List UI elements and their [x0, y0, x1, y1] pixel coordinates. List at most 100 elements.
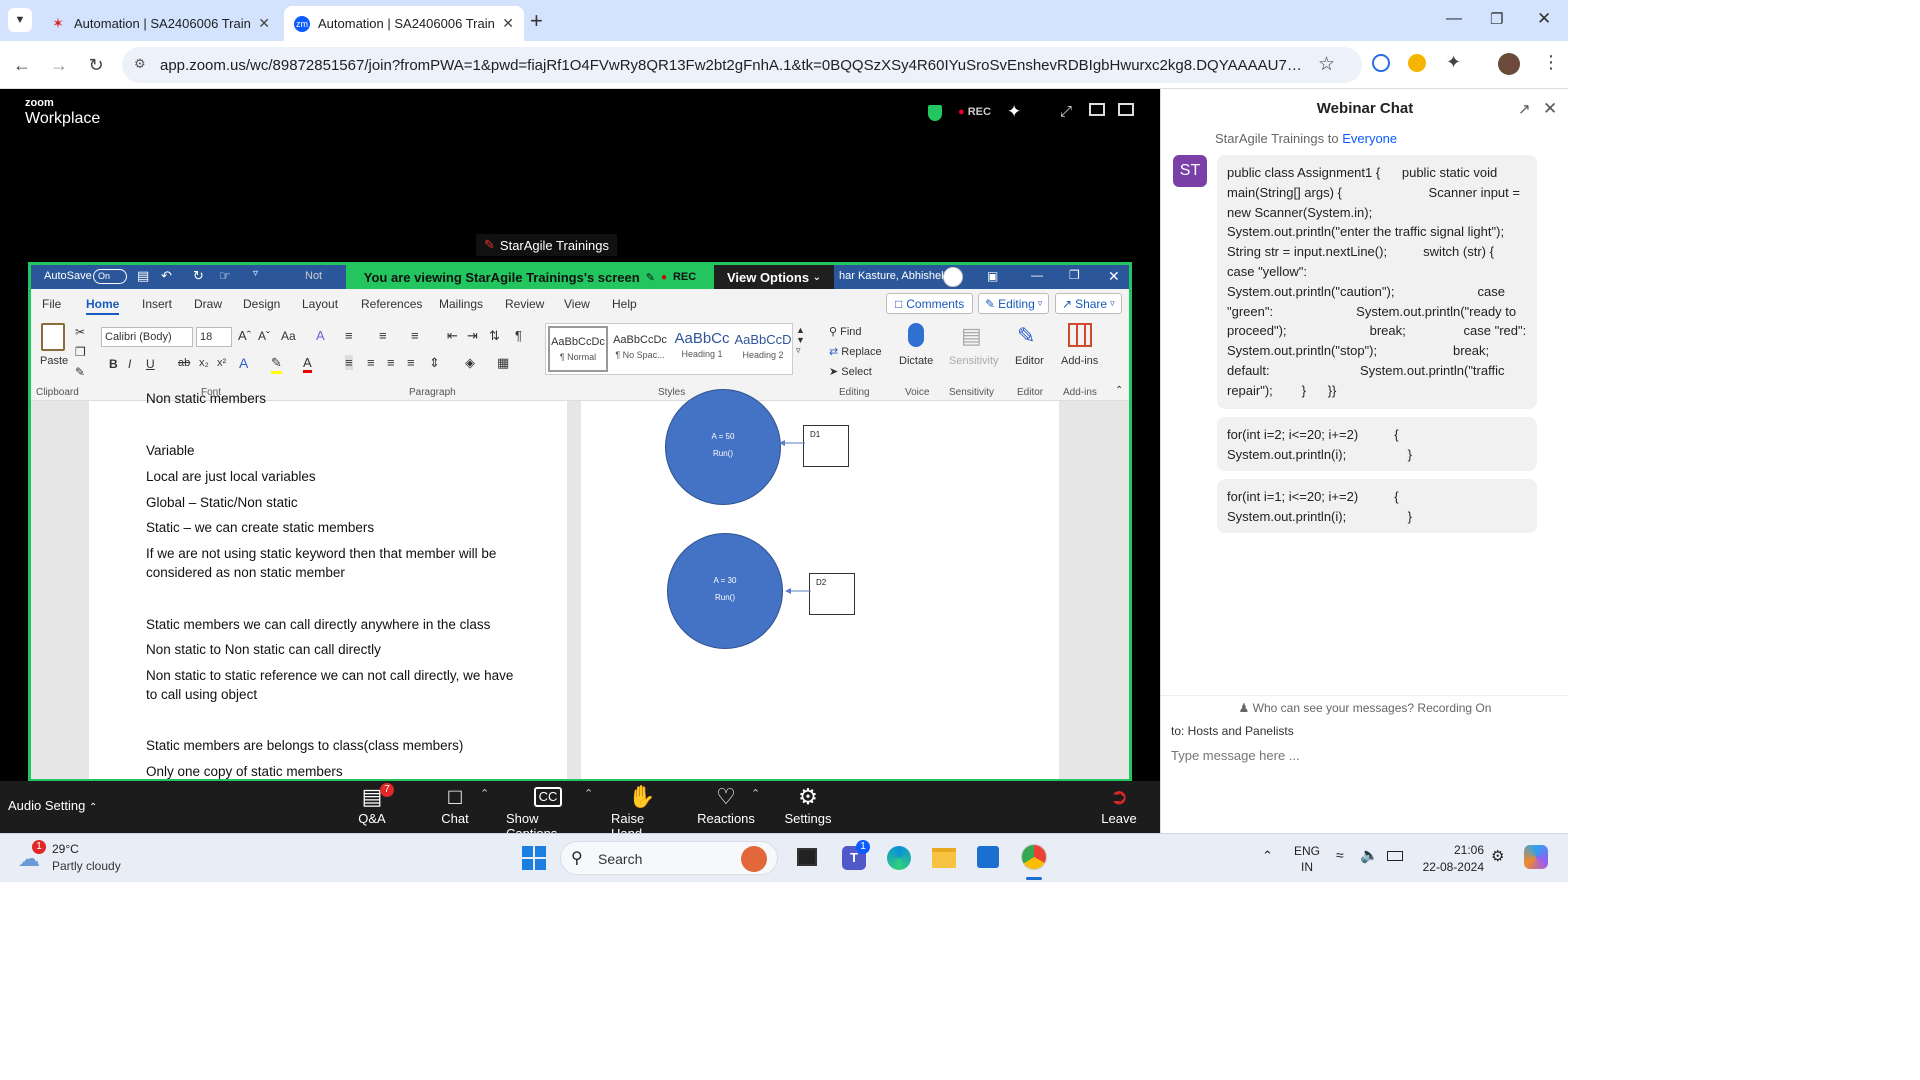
layout-icon[interactable]: [1118, 103, 1134, 116]
select-button[interactable]: ➤ Select: [829, 365, 872, 378]
replace-button[interactable]: ⇄ Replace: [829, 345, 882, 358]
reload-icon[interactable]: ↻: [84, 53, 108, 77]
chrome-icon[interactable]: [1021, 844, 1047, 870]
styles-scroll-icon[interactable]: ▲ ▼ ▿: [796, 325, 805, 356]
undo-icon[interactable]: ↶: [161, 268, 172, 284]
editing-mode-button[interactable]: ✎ Editing ▿: [978, 293, 1050, 314]
collapse-ribbon-icon[interactable]: ⌃: [1115, 385, 1123, 396]
share-button[interactable]: ↗ Share ▿: [1055, 293, 1122, 314]
word-restore-icon[interactable]: ❐: [1069, 268, 1080, 282]
extension-2-icon[interactable]: [1408, 54, 1426, 72]
style-normal[interactable]: AaBbCcDc ¶ Normal: [548, 326, 608, 372]
bold-icon[interactable]: B: [109, 357, 118, 371]
tab-home[interactable]: Home: [86, 297, 120, 315]
style-heading-2[interactable]: AaBbCcD Heading 2: [734, 326, 792, 372]
close-chat-icon[interactable]: ✕: [1543, 99, 1557, 119]
file-explorer-icon[interactable]: [932, 848, 956, 868]
superscript-icon[interactable]: x²: [217, 357, 226, 369]
bullets-icon[interactable]: ≡: [345, 328, 353, 343]
security-shield-icon[interactable]: [928, 105, 942, 121]
tab-file[interactable]: File: [42, 297, 61, 311]
subscript-icon[interactable]: x₂: [199, 357, 209, 369]
windows-start-icon[interactable]: [522, 846, 546, 870]
chevron-up-icon[interactable]: ⌃: [480, 787, 489, 800]
chat-recipient-select[interactable]: to: Hosts and Panelists: [1171, 724, 1294, 738]
store-icon[interactable]: [977, 846, 999, 868]
audio-setting-button[interactable]: Audio Setting ⌃: [8, 798, 97, 813]
address-bar[interactable]: ⚙ app.zoom.us/wc/89872851567/join?fromPW…: [122, 47, 1362, 83]
taskbar-search-box[interactable]: ⚲ Search: [560, 841, 778, 875]
site-info-icon[interactable]: ⚙: [134, 56, 146, 72]
autosave-toggle[interactable]: On: [93, 269, 127, 284]
qa-button[interactable]: ▤ Q&A 7: [352, 783, 394, 826]
bookmark-star-icon[interactable]: ☆: [1318, 53, 1335, 76]
tab-references[interactable]: References: [361, 297, 422, 311]
extension-1-icon[interactable]: [1372, 54, 1390, 72]
view-options-button[interactable]: View Options ⌄: [714, 265, 834, 289]
strikethrough-icon[interactable]: ab: [178, 357, 190, 369]
underline-icon[interactable]: U: [146, 357, 155, 371]
addins-label[interactable]: Add-ins: [1061, 355, 1098, 367]
copy-icon[interactable]: ❐: [75, 345, 86, 359]
chevron-up-icon[interactable]: ⌃: [751, 787, 760, 800]
addins-grid-icon[interactable]: [1068, 323, 1092, 347]
chat-message-input[interactable]: [1171, 743, 1551, 767]
restore-window-icon[interactable]: ❐: [1490, 10, 1503, 28]
quick-access-icon[interactable]: ☞: [219, 268, 231, 284]
user-avatar[interactable]: [943, 267, 963, 287]
tab-search-button[interactable]: ▼: [8, 8, 32, 32]
dictate-label[interactable]: Dictate: [899, 355, 933, 367]
sort-icon[interactable]: ⇅: [489, 328, 500, 344]
justify-icon[interactable]: ≡: [407, 355, 415, 370]
show-marks-icon[interactable]: ¶: [515, 328, 522, 343]
tab-layout[interactable]: Layout: [302, 297, 338, 311]
back-arrow-icon[interactable]: ←: [10, 53, 34, 77]
borders-icon[interactable]: ▦: [497, 355, 509, 371]
language-indicator[interactable]: ENG IN: [1294, 843, 1320, 875]
edge-icon[interactable]: [887, 846, 911, 870]
chevron-up-icon[interactable]: ⌃: [584, 787, 593, 800]
close-tab-icon[interactable]: ✕: [502, 15, 514, 32]
browser-tab-2[interactable]: zm Automation | SA2406006 Trainin ✕: [284, 6, 524, 41]
dictate-mic-icon[interactable]: [908, 323, 924, 347]
align-right-icon[interactable]: ≡: [387, 355, 395, 370]
new-tab-button[interactable]: +: [530, 8, 543, 34]
volume-icon[interactable]: 🔈: [1360, 846, 1379, 864]
line-spacing-icon[interactable]: ⇕: [429, 355, 440, 371]
font-name-select[interactable]: Calibri (Body): [101, 327, 193, 347]
redo-icon[interactable]: ↻: [193, 268, 204, 284]
change-case-icon[interactable]: Aa: [281, 329, 296, 343]
numbering-icon[interactable]: ≡: [379, 328, 387, 343]
battery-icon[interactable]: [1387, 851, 1403, 861]
clear-format-icon[interactable]: A: [316, 328, 325, 343]
weather-widget[interactable]: ☁ 1 29°C Partly cloudy: [16, 840, 146, 878]
increase-indent-icon[interactable]: ⇥: [467, 328, 478, 344]
tab-mailings[interactable]: Mailings: [439, 297, 483, 311]
task-view-icon[interactable]: [797, 848, 817, 866]
shading-icon[interactable]: ◈: [465, 355, 475, 371]
tab-review[interactable]: Review: [505, 297, 544, 311]
style-heading-1[interactable]: AaBbCc Heading 1: [672, 326, 732, 372]
editor-label[interactable]: Editor: [1015, 355, 1044, 367]
wifi-icon[interactable]: ≈: [1336, 847, 1344, 863]
tab-help[interactable]: Help: [612, 297, 637, 311]
close-window-icon[interactable]: ✕: [1537, 9, 1551, 29]
ribbon-display-icon[interactable]: ▣: [987, 269, 998, 283]
chat-privacy-note[interactable]: ♟ Who can see your messages? Recording O…: [1161, 701, 1569, 715]
customize-qat-icon[interactable]: ▿: [253, 268, 258, 279]
browser-menu-icon[interactable]: ⋮: [1542, 52, 1560, 73]
highlight-icon[interactable]: ✎: [271, 355, 282, 374]
paste-label[interactable]: Paste: [40, 355, 68, 367]
popout-icon[interactable]: ↗: [1518, 100, 1531, 118]
copilot-icon[interactable]: [1524, 845, 1548, 869]
text-effects-icon[interactable]: A: [239, 355, 248, 371]
editor-pen-icon[interactable]: ✎: [1017, 323, 1035, 349]
cut-icon[interactable]: ✂: [75, 325, 85, 339]
find-button[interactable]: ⚲ Find: [829, 325, 862, 338]
close-tab-icon[interactable]: ✕: [258, 15, 270, 32]
font-size-select[interactable]: 18: [196, 327, 232, 347]
ai-companion-icon[interactable]: ✦: [1007, 102, 1021, 122]
chat-button[interactable]: □ Chat: [438, 783, 472, 826]
leave-button[interactable]: ➲ Leave: [1100, 783, 1138, 826]
format-painter-icon[interactable]: ✎: [75, 365, 85, 379]
